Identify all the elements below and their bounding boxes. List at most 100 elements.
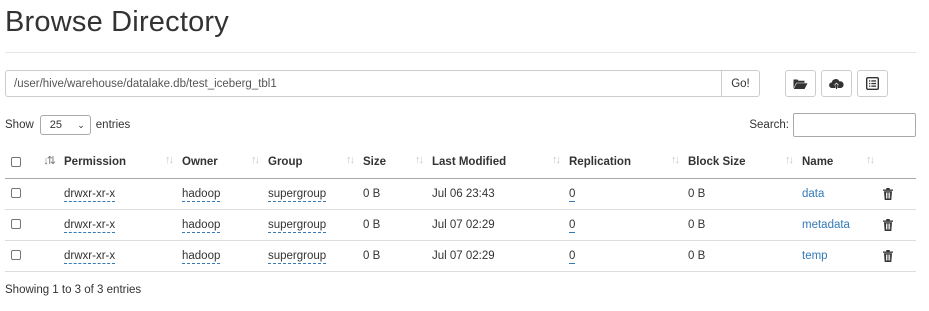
permission-cell: drwxr-xr-x (64, 240, 182, 272)
sort-icon: ↑↓ (251, 154, 260, 166)
owner-header-label: Owner (182, 155, 218, 168)
cut-paste-button[interactable] (857, 70, 888, 97)
size-cell: 0 B (363, 178, 432, 210)
size-cell: 0 B (363, 240, 432, 272)
empty-cell (35, 240, 64, 272)
permission-value[interactable]: drwxr-xr-x (64, 249, 116, 264)
sort-icon: ↑↓ (866, 154, 875, 166)
sort-icon: ↑↓ (671, 154, 680, 166)
group-value[interactable]: supergroup (268, 249, 327, 264)
sort-icon: ↑↓ (785, 154, 794, 166)
directory-link[interactable]: temp (802, 250, 828, 262)
row-select-cell (5, 178, 35, 210)
size-cell: 0 B (363, 209, 432, 241)
name-cell: data (802, 178, 883, 210)
permission-value[interactable]: drwxr-xr-x (64, 218, 116, 233)
upload-files-button[interactable] (821, 70, 852, 97)
delete-cell (883, 240, 916, 272)
group-cell: supergroup (268, 178, 363, 210)
sort-icon: ↓⇅ (43, 155, 56, 167)
last-modified-cell: Jul 07 02:29 (432, 209, 569, 241)
name-header[interactable]: Name ↑↓ (802, 146, 883, 179)
table-row: drwxr-xr-x hadoop supergroup 0 B Jul 06 … (5, 178, 916, 210)
table-row: drwxr-xr-x hadoop supergroup 0 B Jul 07 … (5, 240, 916, 272)
row-checkbox[interactable] (11, 219, 21, 230)
search-input[interactable] (793, 113, 916, 137)
sort-column-header[interactable]: ↓⇅ (35, 146, 64, 179)
sort-icon: ↑↓ (552, 154, 561, 166)
owner-value[interactable]: hadoop (182, 187, 221, 202)
group-header[interactable]: Group ↑↓ (268, 146, 363, 179)
row-checkbox[interactable] (11, 250, 21, 261)
size-header-label: Size (363, 155, 387, 168)
search-control: Search: (749, 113, 916, 137)
create-directory-button[interactable] (785, 70, 816, 97)
permission-cell: drwxr-xr-x (64, 178, 182, 210)
owner-cell: hadoop (182, 240, 268, 272)
permission-cell: drwxr-xr-x (64, 209, 182, 241)
page-size-value: 25 (49, 119, 63, 131)
directory-link[interactable]: data (802, 188, 824, 200)
block-size-header-label: Block Size (688, 155, 746, 168)
permission-header-label: Permission (64, 155, 126, 168)
owner-cell: hadoop (182, 209, 268, 241)
actions-header (883, 146, 916, 179)
replication-header-label: Replication (569, 155, 631, 168)
size-header[interactable]: Size ↑↓ (363, 146, 432, 179)
group-header-label: Group (268, 155, 303, 168)
block-size-cell: 0 B (688, 240, 802, 272)
upload-cloud-icon (829, 78, 844, 90)
path-input[interactable] (5, 70, 721, 97)
table-info: Showing 1 to 3 of 3 entries (5, 284, 142, 296)
last-modified-header[interactable]: Last Modified ↑↓ (432, 146, 569, 179)
empty-cell (35, 209, 64, 241)
name-cell: temp (802, 240, 883, 272)
directory-link[interactable]: metadata (802, 219, 850, 231)
select-all-checkbox[interactable] (11, 156, 21, 167)
block-size-cell: 0 B (688, 209, 802, 241)
owner-value[interactable]: hadoop (182, 218, 221, 233)
page-size-select[interactable]: 25 ⌄ (39, 115, 91, 135)
replication-value[interactable]: 0 (569, 187, 576, 202)
owner-cell: hadoop (182, 178, 268, 210)
owner-header[interactable]: Owner ↑↓ (182, 146, 268, 179)
last-modified-cell: Jul 07 02:29 (432, 240, 569, 272)
replication-value[interactable]: 0 (569, 218, 576, 233)
group-value[interactable]: supergroup (268, 218, 327, 233)
trash-icon[interactable] (883, 187, 916, 200)
page-title: Browse Directory (5, 6, 229, 38)
select-all-cell (5, 146, 35, 179)
search-label: Search: (749, 119, 789, 131)
show-label: Show (5, 119, 34, 131)
directory-table: ↓⇅ Permission ↑↓ Owner ↑↓ Group ↑↓ Size ↑↓ L… (5, 146, 916, 272)
replication-value[interactable]: 0 (569, 249, 576, 264)
trash-icon[interactable] (883, 249, 916, 262)
row-select-cell (5, 240, 35, 272)
replication-header[interactable]: Replication ↑↓ (569, 146, 688, 179)
permission-value[interactable]: drwxr-xr-x (64, 187, 116, 202)
name-cell: metadata (802, 209, 883, 241)
last-modified-header-label: Last Modified (432, 155, 507, 168)
path-bar: Go! (5, 70, 760, 97)
list-alt-icon (866, 77, 879, 90)
permission-header[interactable]: Permission ↑↓ (64, 146, 182, 179)
sort-icon: ↑↓ (165, 154, 174, 166)
row-checkbox[interactable] (11, 188, 21, 199)
replication-cell: 0 (569, 240, 688, 272)
last-modified-cell: Jul 06 23:43 (432, 178, 569, 210)
replication-cell: 0 (569, 178, 688, 210)
group-cell: supergroup (268, 240, 363, 272)
entries-label: entries (95, 119, 131, 131)
chevron-down-icon: ⌄ (77, 119, 85, 130)
table-header-row: ↓⇅ Permission ↑↓ Owner ↑↓ Group ↑↓ Size ↑↓ L… (5, 146, 916, 179)
row-select-cell (5, 209, 35, 241)
group-cell: supergroup (268, 209, 363, 241)
group-value[interactable]: supergroup (268, 187, 327, 202)
folder-open-icon (793, 78, 808, 90)
go-button[interactable]: Go! (721, 70, 760, 97)
owner-value[interactable]: hadoop (182, 249, 221, 264)
delete-cell (883, 209, 916, 241)
block-size-header[interactable]: Block Size ↑↓ (688, 146, 802, 179)
trash-icon[interactable] (883, 218, 916, 231)
sort-icon: ↑↓ (346, 154, 355, 166)
